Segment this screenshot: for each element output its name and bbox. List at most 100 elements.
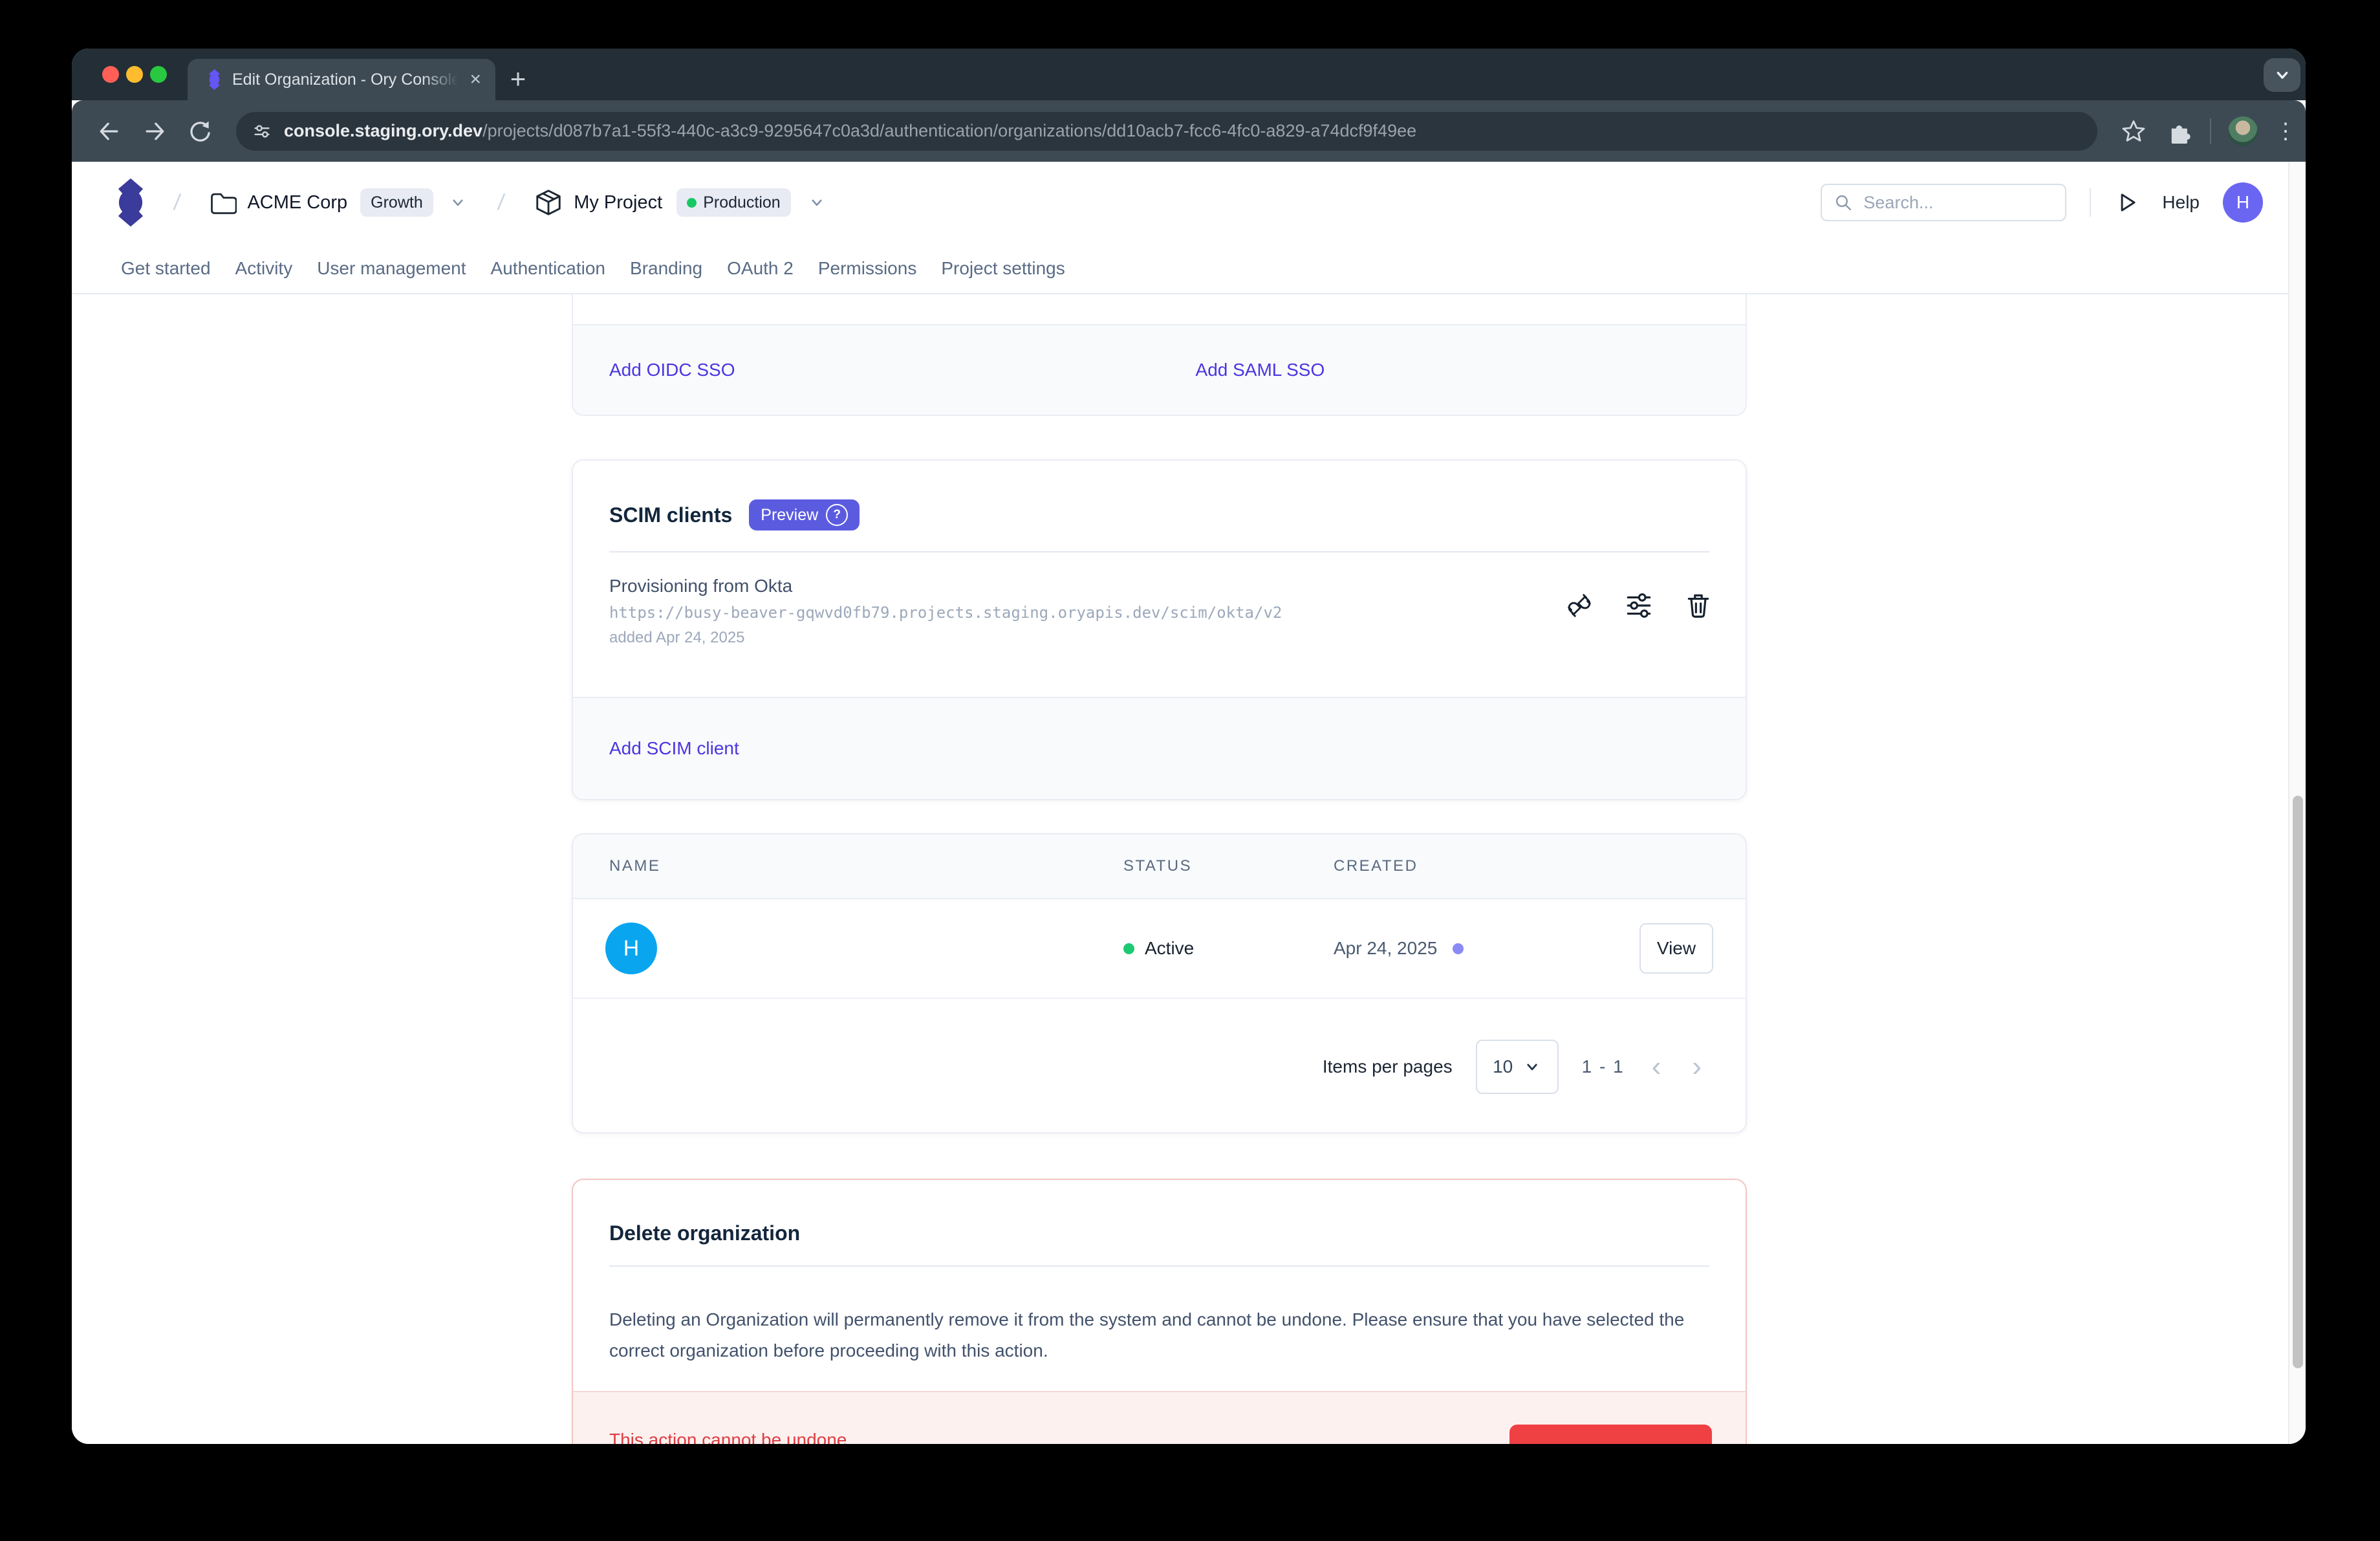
- column-header-status: STATUS: [1123, 835, 1192, 898]
- page-size-select[interactable]: 10: [1476, 1040, 1559, 1094]
- folder-icon: [208, 188, 237, 217]
- page-range-label: 1 - 1: [1582, 1056, 1625, 1077]
- connection-icon[interactable]: [1564, 591, 1594, 620]
- scim-client-actions: [1564, 591, 1713, 620]
- delete-organization-button[interactable]: Delete organization: [1509, 1425, 1712, 1444]
- package-icon: [534, 188, 563, 217]
- scim-card-title: SCIM clients: [609, 503, 732, 527]
- project-environment-label: Production: [703, 193, 781, 212]
- previous-page-icon[interactable]: ‹: [1648, 1053, 1665, 1081]
- items-per-page-label: Items per pages: [1323, 1056, 1453, 1077]
- workspace-crumb[interactable]: ACME Corp Growth: [208, 188, 466, 217]
- nav-tab-oauth2[interactable]: OAuth 2: [727, 258, 794, 279]
- user-avatar[interactable]: H: [2223, 182, 2263, 223]
- preview-badge-label: Preview: [761, 506, 818, 525]
- new-tab-button[interactable]: +: [504, 65, 532, 94]
- console-header: / ACME Corp Growth / My Projec: [72, 162, 2306, 243]
- sso-card: Add OIDC SSO Add SAML SSO: [572, 294, 1747, 416]
- tab-title: Edit Organization - Ory Console: [232, 71, 463, 89]
- minimize-window-button[interactable]: [126, 66, 143, 83]
- delete-card-footer: This action cannot be undone. Delete org…: [573, 1391, 1746, 1444]
- url-path: /projects/d087b7a1-55f3-440c-a3c9-929564…: [482, 121, 1416, 140]
- breadcrumb-separator: /: [496, 190, 506, 215]
- browser-menu-icon[interactable]: ⋮: [2275, 118, 2288, 144]
- browser-tab-strip: Edit Organization - Ory Console × +: [72, 49, 2306, 100]
- organizations-table-card: NAME STATUS CREATED H Active Apr 24, 202…: [572, 833, 1747, 1133]
- address-bar[interactable]: console.staging.ory.dev/projects/d087b7a…: [236, 112, 2097, 151]
- chevron-down-icon[interactable]: [449, 193, 467, 212]
- project-environment-badge: Production: [676, 188, 791, 217]
- extensions-icon[interactable]: [2165, 117, 2193, 146]
- scim-client-added-date: added Apr 24, 2025: [609, 628, 1709, 648]
- preview-badge[interactable]: Preview ?: [749, 499, 860, 530]
- zoom-window-button[interactable]: [150, 66, 167, 83]
- main-content: Add OIDC SSO Add SAML SSO SCIM clients P…: [572, 294, 1747, 1444]
- search-input[interactable]: [1862, 192, 2053, 213]
- ory-console-page: / ACME Corp Growth / My Projec: [72, 162, 2306, 1444]
- help-link[interactable]: Help: [2162, 192, 2200, 213]
- help-circle-icon[interactable]: ?: [826, 504, 848, 526]
- project-name[interactable]: My Project: [574, 192, 662, 213]
- chevron-down-icon: [2273, 65, 2292, 85]
- nav-tab-authentication[interactable]: Authentication: [491, 258, 605, 279]
- nav-tab-project-settings[interactable]: Project settings: [941, 258, 1065, 279]
- table-header-row: NAME STATUS CREATED: [573, 835, 1746, 899]
- add-saml-sso-link[interactable]: Add SAML SSO: [1196, 360, 1325, 380]
- created-cell: Apr 24, 2025: [1334, 899, 1464, 998]
- ory-logo-icon[interactable]: [113, 175, 148, 230]
- sso-card-body: [573, 294, 1746, 324]
- configure-sliders-icon[interactable]: [1624, 591, 1654, 620]
- url-host: console.staging.ory.dev: [284, 121, 482, 140]
- ory-favicon-icon: [207, 68, 222, 91]
- production-status-dot: [687, 198, 697, 208]
- scrollbar-thumb[interactable]: [2293, 796, 2303, 1368]
- url-text: console.staging.ory.dev/projects/d087b7a…: [284, 121, 1416, 141]
- delete-card-title: Delete organization: [573, 1180, 1746, 1246]
- site-settings-icon[interactable]: [252, 121, 272, 142]
- column-header-name: NAME: [609, 835, 660, 898]
- workspace-name[interactable]: ACME Corp: [247, 192, 347, 213]
- breadcrumb-separator: /: [172, 190, 182, 215]
- tab-close-icon[interactable]: ×: [470, 70, 481, 89]
- desktop-background: Edit Organization - Ory Console × +: [0, 0, 2380, 1541]
- page-size-value: 10: [1493, 1056, 1513, 1077]
- nav-tab-activity[interactable]: Activity: [235, 258, 293, 279]
- nav-tab-permissions[interactable]: Permissions: [818, 258, 916, 279]
- add-scim-client-link[interactable]: Add SCIM client: [609, 738, 739, 759]
- search-icon: [1834, 193, 1853, 212]
- nav-tab-get-started[interactable]: Get started: [121, 258, 211, 279]
- browser-window: Edit Organization - Ory Console × +: [72, 49, 2306, 1444]
- close-window-button[interactable]: [102, 66, 119, 83]
- chevron-down-icon[interactable]: [808, 193, 826, 212]
- nav-tab-user-management[interactable]: User management: [317, 258, 466, 279]
- add-oidc-sso-link[interactable]: Add OIDC SSO: [609, 360, 735, 380]
- pagination-bar: Items per pages 10 1 - 1 ‹ ›: [573, 999, 1746, 1133]
- project-nav: Get started Activity User management Aut…: [72, 243, 2306, 294]
- play-icon[interactable]: [2114, 190, 2139, 215]
- scim-card-footer: Add SCIM client: [573, 697, 1746, 799]
- next-page-icon[interactable]: ›: [1688, 1053, 1705, 1081]
- scim-card-header: SCIM clients Preview ?: [573, 461, 1746, 530]
- project-crumb[interactable]: My Project Production: [534, 188, 826, 217]
- tab-search-button[interactable]: [2264, 58, 2300, 92]
- view-button[interactable]: View: [1639, 923, 1713, 974]
- browser-profile-avatar[interactable]: [2228, 116, 2258, 146]
- column-header-created: CREATED: [1334, 835, 1418, 898]
- nav-tab-branding[interactable]: Branding: [630, 258, 702, 279]
- window-controls: [102, 66, 167, 83]
- organization-avatar: H: [605, 923, 657, 974]
- reload-icon[interactable]: [186, 117, 214, 146]
- table-row: H Active Apr 24, 2025 View: [573, 899, 1746, 999]
- scim-client-url: https://busy-beaver-gqwvd0fb79.projects.…: [609, 602, 1709, 624]
- created-date: Apr 24, 2025: [1334, 938, 1437, 959]
- page-scrollbar[interactable]: [2288, 162, 2306, 1444]
- back-icon[interactable]: [95, 117, 124, 146]
- browser-tab[interactable]: Edit Organization - Ory Console ×: [188, 59, 495, 100]
- sso-card-footer: Add OIDC SSO Add SAML SSO: [573, 324, 1746, 415]
- created-indicator-dot: [1453, 943, 1464, 954]
- forward-icon[interactable]: [140, 117, 169, 146]
- search-box[interactable]: [1821, 184, 2066, 221]
- delete-trash-icon[interactable]: [1683, 591, 1713, 620]
- bookmark-star-icon[interactable]: [2119, 117, 2148, 146]
- delete-warning-text: This action cannot be undone.: [609, 1430, 852, 1444]
